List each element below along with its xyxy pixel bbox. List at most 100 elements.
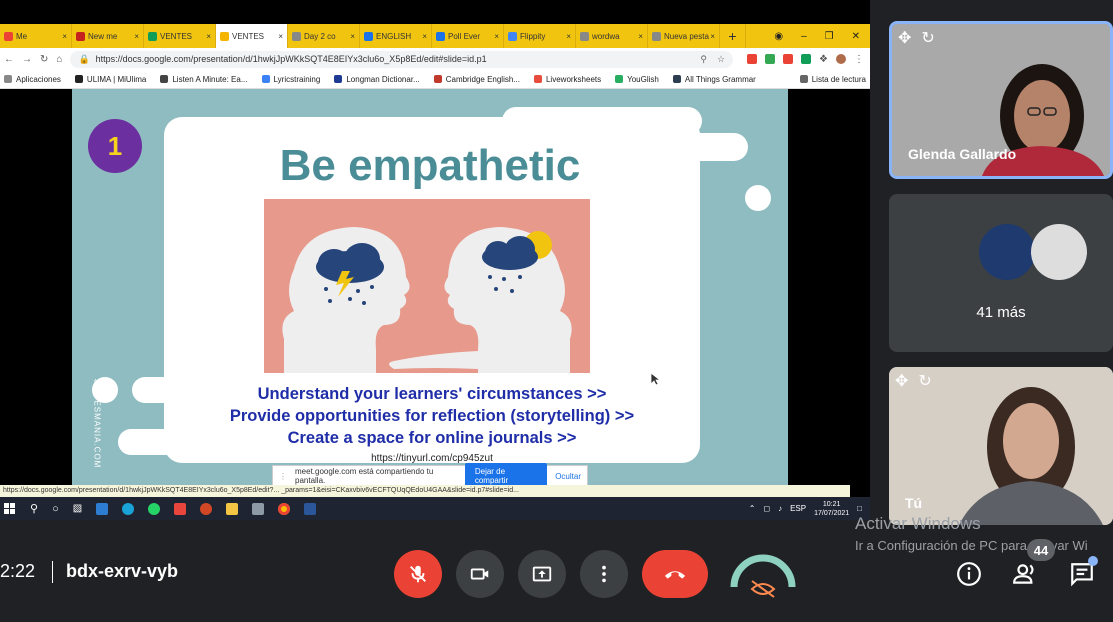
tray-lang[interactable]: ESP bbox=[790, 504, 806, 513]
bookmark-item[interactable]: Aplicaciones bbox=[4, 75, 61, 84]
bookmark-favicon-icon bbox=[433, 75, 442, 83]
meeting-details-button[interactable] bbox=[955, 560, 983, 588]
bookmark-label: Longman Dictionar... bbox=[346, 74, 420, 84]
minimize-icon[interactable]: – bbox=[801, 31, 807, 42]
taskbar-clock[interactable]: 10:21 17/07/2021 bbox=[814, 500, 849, 518]
extension-icon[interactable] bbox=[783, 54, 794, 64]
word-icon[interactable] bbox=[304, 502, 317, 515]
mic-toggle-button[interactable] bbox=[394, 550, 442, 598]
file-explorer-icon[interactable] bbox=[226, 502, 239, 515]
browser-tab[interactable]: ENGLISH × bbox=[360, 24, 432, 48]
close-tab-icon[interactable]: × bbox=[134, 32, 139, 41]
back-icon[interactable]: ← bbox=[4, 54, 14, 65]
new-tab-button[interactable]: + bbox=[720, 24, 746, 48]
slide-title: Be empathetic bbox=[279, 141, 581, 190]
refresh-icon[interactable]: ↻ bbox=[921, 28, 934, 48]
drag-handle-icon[interactable]: ⋮ bbox=[279, 472, 287, 481]
browser-menu-icon[interactable]: ⋮ bbox=[854, 54, 864, 65]
bookmark-label: Cambridge English... bbox=[445, 74, 520, 84]
camera-icon bbox=[470, 568, 489, 580]
close-tab-icon[interactable]: × bbox=[638, 32, 643, 41]
close-tab-icon[interactable]: × bbox=[278, 32, 283, 41]
participant-tile-main[interactable]: ✥ ↻ Glenda Gallardo bbox=[889, 21, 1113, 179]
notifications-icon[interactable]: □ bbox=[857, 504, 862, 513]
camera-toggle-button[interactable] bbox=[456, 550, 504, 598]
browser-tab[interactable]: Day 2 co × bbox=[288, 24, 360, 48]
present-screen-button[interactable] bbox=[518, 550, 566, 598]
more-participants-label: 41 más bbox=[976, 304, 1026, 321]
bookmark-item[interactable]: Listen A Minute: Ea... bbox=[160, 75, 248, 84]
participant-tile-self[interactable]: ✥ ↻ Tú bbox=[889, 367, 1113, 525]
extension-icon[interactable] bbox=[765, 54, 776, 64]
refresh-icon[interactable]: ↻ bbox=[918, 371, 931, 391]
pin-move-icon[interactable]: ✥ bbox=[898, 28, 911, 48]
browser-tab[interactable]: Nueva pesta × bbox=[648, 24, 720, 48]
extension-icon[interactable] bbox=[747, 54, 758, 64]
close-tab-icon[interactable]: × bbox=[710, 32, 715, 41]
extensions-puzzle-icon[interactable]: ❖ bbox=[819, 54, 828, 65]
browser-tab[interactable]: Flippity × bbox=[504, 24, 576, 48]
reload-icon[interactable]: ↻ bbox=[40, 54, 48, 65]
close-tab-icon[interactable]: × bbox=[62, 32, 67, 41]
profile-icon[interactable]: ◉ bbox=[774, 31, 783, 42]
close-icon[interactable]: ✕ bbox=[852, 31, 860, 42]
reading-list[interactable]: Lista de lectura bbox=[799, 75, 866, 84]
url-field[interactable]: 🔒 https://docs.google.com/presentation/d… bbox=[70, 50, 734, 68]
bookmark-item[interactable]: Cambridge English... bbox=[433, 74, 520, 84]
network-icon[interactable]: ◻ bbox=[763, 504, 770, 513]
close-tab-icon[interactable]: × bbox=[422, 32, 427, 41]
browser-tab[interactable]: VENTES × bbox=[144, 24, 216, 48]
more-options-button[interactable] bbox=[580, 550, 628, 598]
participant-tile-others[interactable]: 41 más bbox=[889, 194, 1113, 352]
windows-start-icon[interactable] bbox=[4, 502, 16, 515]
restore-icon[interactable]: ❐ bbox=[825, 31, 834, 42]
slide-number-badge: 1 bbox=[88, 119, 142, 173]
zoom-icon[interactable]: ⚲ bbox=[700, 54, 707, 65]
tab-label: Me bbox=[16, 31, 28, 41]
bookmark-label: ULIMA | MiUlima bbox=[86, 74, 147, 84]
browser-tab[interactable]: wordwa × bbox=[576, 24, 648, 48]
bookmark-star-icon[interactable]: ☆ bbox=[717, 54, 725, 65]
task-view-icon[interactable]: ▧ bbox=[73, 503, 82, 514]
close-tab-icon[interactable]: × bbox=[206, 32, 211, 41]
tab-label: VENTES bbox=[232, 31, 265, 41]
bookmark-item[interactable]: ULIMA | MiUlima bbox=[74, 74, 147, 84]
close-tab-icon[interactable]: × bbox=[350, 32, 355, 41]
profile-avatar-icon[interactable] bbox=[836, 54, 846, 64]
close-tab-icon[interactable]: × bbox=[566, 32, 571, 41]
windows-activation-title: Activar Windows bbox=[855, 514, 981, 533]
bookmark-item[interactable]: All Things Grammar bbox=[672, 75, 756, 84]
browser-tab[interactable]: Poll Ever × bbox=[432, 24, 504, 48]
powerpoint-icon[interactable] bbox=[200, 502, 213, 515]
leave-call-button[interactable] bbox=[642, 550, 708, 598]
volume-icon[interactable]: ♪ bbox=[778, 504, 782, 513]
forward-icon[interactable]: → bbox=[22, 54, 32, 65]
tray-chevron-icon[interactable]: ⌃ bbox=[749, 504, 756, 513]
pin-move-icon[interactable]: ✥ bbox=[895, 371, 908, 391]
empathy-illustration bbox=[264, 199, 590, 373]
chrome-icon[interactable] bbox=[278, 502, 291, 515]
browser-tab[interactable]: New me × bbox=[72, 24, 144, 48]
calendar-app-icon[interactable] bbox=[96, 502, 109, 515]
cortana-icon[interactable]: ○ bbox=[52, 503, 59, 515]
bookmark-item[interactable]: Liveworksheets bbox=[533, 75, 601, 84]
home-icon[interactable]: ⌂ bbox=[56, 54, 62, 65]
whatsapp-icon[interactable] bbox=[148, 502, 161, 515]
browser-tab[interactable]: Me × bbox=[0, 24, 72, 48]
close-tab-icon[interactable]: × bbox=[494, 32, 499, 41]
bookmark-item[interactable]: Lyricstraining bbox=[261, 75, 320, 84]
media-app-icon[interactable] bbox=[174, 502, 187, 515]
participants-button[interactable] bbox=[1012, 560, 1040, 588]
search-icon[interactable]: ⚲ bbox=[30, 502, 38, 515]
bookmark-favicon-icon bbox=[672, 75, 681, 83]
extension-icon[interactable] bbox=[801, 54, 812, 64]
extension-gauge-icon[interactable] bbox=[728, 547, 798, 603]
hide-button[interactable]: Ocultar bbox=[555, 472, 581, 481]
bookmark-item[interactable]: Longman Dictionar... bbox=[334, 74, 420, 84]
bookmark-item[interactable]: YouGlish bbox=[615, 75, 659, 84]
browser-tab[interactable]: VENTES × bbox=[216, 24, 288, 48]
bookmark-favicon-icon bbox=[74, 75, 83, 83]
app-icon[interactable] bbox=[252, 502, 265, 515]
tab-favicon-icon bbox=[4, 31, 13, 41]
edge-icon[interactable] bbox=[122, 502, 135, 515]
